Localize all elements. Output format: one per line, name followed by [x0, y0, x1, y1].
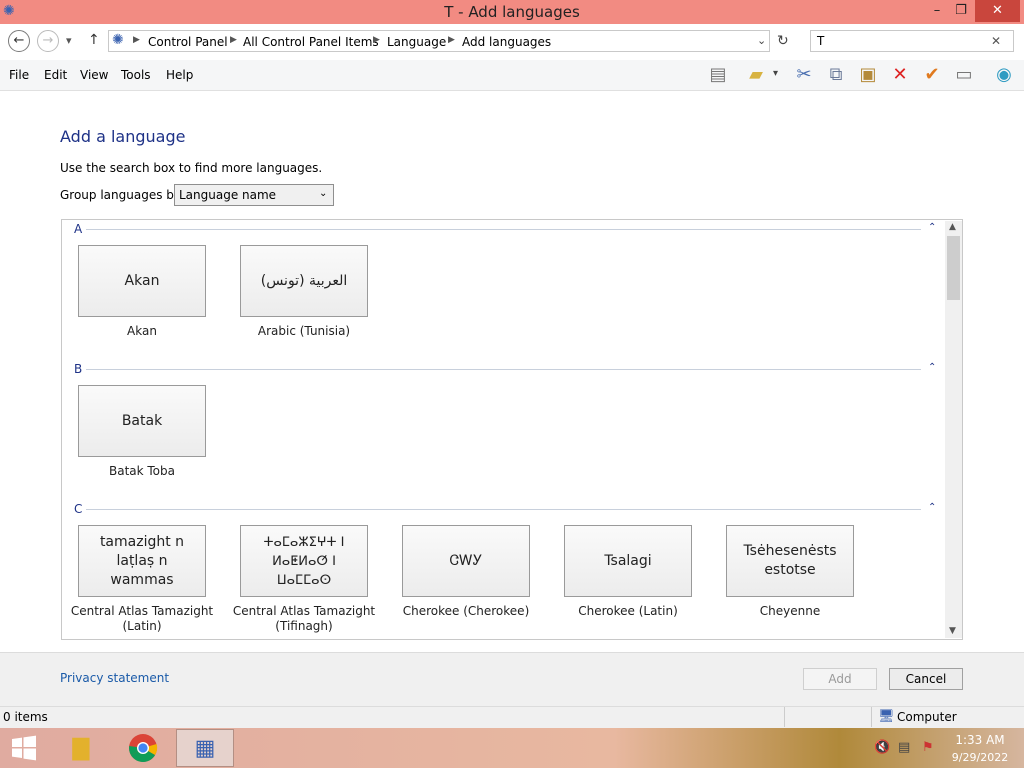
rename-icon[interactable]: ▭	[952, 63, 976, 87]
volume-icon[interactable]: 🔇	[874, 740, 890, 755]
group-header-c: C	[74, 502, 83, 516]
search-input-value: T	[817, 34, 825, 48]
up-button[interactable]: ↑	[88, 32, 100, 48]
group-divider	[86, 509, 921, 510]
collapse-group-b-icon[interactable]: ⌃	[928, 362, 936, 373]
search-input[interactable]: T ✕	[810, 30, 1014, 52]
paste-icon[interactable]: ▣	[856, 63, 880, 87]
windows-logo-icon	[12, 735, 36, 761]
address-dropdown-icon[interactable]: ⌄	[757, 34, 766, 47]
group-header-b: B	[74, 362, 83, 376]
item-count: 0 items	[3, 710, 48, 724]
clock-date[interactable]: 9/29/2022	[946, 751, 1014, 764]
breadcrumb-separator-icon: ▶	[448, 35, 455, 45]
cancel-button[interactable]: Cancel	[889, 668, 963, 690]
menu-tools[interactable]: Tools	[121, 68, 151, 82]
cut-icon[interactable]: ✂	[792, 63, 816, 87]
status-location: Computer	[897, 710, 957, 724]
group-by-value: Language name	[179, 188, 277, 202]
forward-button[interactable]: →	[37, 30, 59, 52]
menu-help[interactable]: Help	[166, 68, 193, 82]
language-caption: Batak Toba	[108, 464, 175, 478]
back-button[interactable]: ←	[8, 30, 30, 52]
add-button[interactable]: Add	[803, 668, 877, 690]
language-caption: Akan	[127, 324, 157, 338]
control-panel-icon: ✺	[112, 32, 124, 48]
breadcrumb-separator-icon: ▶	[133, 35, 140, 45]
clock-time[interactable]: 1:33 AM	[952, 733, 1008, 747]
breadcrumb-separator-icon: ▶	[373, 35, 380, 45]
language-list: A ⌃ Akan Akan العربية (تونس) Arabic (Tun…	[61, 219, 963, 640]
language-caption: Central Atlas Tamazight (Tifinagh)	[232, 604, 376, 633]
properties-folder-icon[interactable]: ▰	[744, 63, 768, 87]
action-center-icon[interactable]: ⚑	[922, 740, 934, 755]
layout-icon[interactable]: ▤	[706, 63, 730, 87]
language-tile-arabic-tunisia[interactable]: العربية (تونس)	[240, 245, 368, 317]
properties-dropdown-icon[interactable]: ▾	[773, 68, 778, 79]
group-divider	[86, 369, 921, 370]
page-title: Add a language	[60, 127, 186, 146]
breadcrumb-all-items[interactable]: All Control Panel Items	[243, 35, 379, 49]
maximize-button[interactable]: ❐	[946, 0, 976, 22]
language-tile-tamazight-latin[interactable]: tamazight n laṭlaṣ n wammas	[78, 525, 206, 597]
scroll-up-icon[interactable]: ▲	[949, 222, 956, 232]
privacy-statement-link[interactable]: Privacy statement	[60, 671, 169, 685]
group-header-a: A	[74, 222, 83, 236]
shell-icon[interactable]: ◉	[992, 63, 1016, 87]
menu-view[interactable]: View	[80, 68, 108, 82]
language-caption: Arabic (Tunisia)	[257, 324, 351, 338]
group-by-select[interactable]: Language name ⌄	[174, 184, 334, 206]
group-divider	[86, 229, 921, 230]
refresh-icon[interactable]: ↻	[777, 33, 789, 49]
language-tile-akan[interactable]: Akan	[78, 245, 206, 317]
language-tile-cherokee-cherokee[interactable]: ᏣᎳᎩ	[402, 525, 530, 597]
network-icon[interactable]: ▤	[898, 740, 910, 755]
chevron-down-icon: ⌄	[319, 188, 328, 199]
chrome-logo-icon	[129, 734, 158, 762]
start-button[interactable]	[0, 729, 48, 767]
language-caption: Cherokee (Cherokee)	[402, 604, 530, 618]
language-tile-tamazight-tifinagh[interactable]: ⵜⴰⵎⴰⵣⵉⵖⵜ ⵏ ⵍⴰⵟⵍⴰⵚ ⵏ ⵡⴰⵎⵎⴰⵙ	[240, 525, 368, 597]
chrome-icon[interactable]	[119, 729, 167, 767]
language-caption: Cheyenne	[759, 604, 821, 618]
hint-text: Use the search box to find more language…	[60, 161, 323, 175]
computer-icon: 🖥	[878, 709, 895, 724]
file-explorer-icon[interactable]: ▇	[57, 729, 105, 767]
status-divider	[871, 707, 872, 727]
delete-icon[interactable]: ✕	[888, 63, 912, 87]
breadcrumb-language[interactable]: Language	[387, 35, 446, 49]
language-tile-cherokee-latin[interactable]: Tsalagi	[564, 525, 692, 597]
menu-file[interactable]: File	[9, 68, 29, 82]
scroll-down-icon[interactable]: ▼	[949, 626, 956, 636]
status-divider	[784, 707, 785, 727]
language-caption: Central Atlas Tamazight (Latin)	[70, 604, 214, 633]
recent-pages-dropdown[interactable]: ▾	[66, 34, 72, 47]
close-button[interactable]: ✕	[975, 0, 1020, 22]
collapse-group-a-icon[interactable]: ⌃	[928, 222, 936, 233]
checkmark-icon[interactable]: ✔	[920, 63, 944, 87]
language-tile-cheyenne[interactable]: Tsėhesenėstsestotse	[726, 525, 854, 597]
control-panel-taskbar-icon[interactable]: ▦	[176, 729, 234, 767]
language-tile-batak[interactable]: Batak	[78, 385, 206, 457]
window-title: T - Add languages	[444, 3, 580, 21]
menu-edit[interactable]: Edit	[44, 68, 67, 82]
collapse-group-c-icon[interactable]: ⌃	[928, 502, 936, 513]
clear-search-icon[interactable]: ✕	[991, 34, 1001, 48]
breadcrumb-add-languages[interactable]: Add languages	[462, 35, 551, 49]
group-by-label: Group languages by:	[60, 188, 185, 202]
language-caption: Cherokee (Latin)	[578, 604, 678, 618]
scroll-thumb[interactable]	[947, 236, 960, 300]
breadcrumb-control-panel[interactable]: Control Panel	[148, 35, 228, 49]
breadcrumb-separator-icon: ▶	[230, 35, 237, 45]
copy-icon[interactable]: ⧉	[824, 63, 848, 87]
address-bar[interactable]: ✺ ▶ Control Panel ▶ All Control Panel It…	[108, 30, 770, 52]
